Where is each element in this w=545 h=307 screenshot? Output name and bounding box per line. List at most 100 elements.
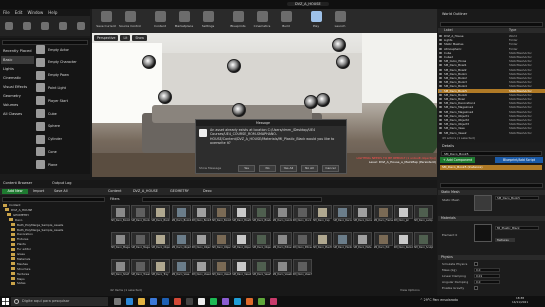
- visibility-eye-icon[interactable]: [439, 64, 442, 67]
- physics-value-field[interactable]: 0.0: [474, 280, 500, 284]
- toolbar-button-4[interactable]: Settings: [196, 9, 220, 33]
- place-item[interactable]: Cube: [36, 107, 90, 120]
- reflection-capture-icon[interactable]: [232, 103, 246, 117]
- asset-tile[interactable]: SM_Deco_Pillow1: [272, 232, 292, 253]
- physics-checkbox[interactable]: [474, 286, 478, 290]
- breadcrumb-content[interactable]: Content: [108, 189, 122, 194]
- asset-tile[interactable]: SM_Deco_Object6: [252, 232, 272, 253]
- task-view-icon[interactable]: [114, 298, 121, 305]
- place-item[interactable]: Sphere: [36, 120, 90, 133]
- folder-item[interactable]: Deco: [9, 218, 22, 222]
- menu-window[interactable]: Window: [27, 10, 43, 15]
- yes-button[interactable]: Yes: [238, 165, 255, 172]
- store-icon[interactable]: [150, 298, 157, 305]
- asset-tile[interactable]: SM_Deco_Shelf: [111, 259, 130, 280]
- toolbar-button-2[interactable]: Content: [148, 9, 172, 33]
- reflection-capture-icon[interactable]: [158, 90, 172, 104]
- asset-tile[interactable]: SM_Deco_Remote: [393, 232, 413, 253]
- foliage-mode-button[interactable]: [54, 16, 72, 36]
- actor-name-field[interactable]: SM_Deco_Book5: [441, 151, 542, 156]
- visibility-eye-icon[interactable]: [439, 60, 442, 63]
- visibility-eye-icon[interactable]: [439, 77, 442, 79]
- folder-item[interactable]: Meshes: [11, 262, 28, 266]
- visibility-eye-icon[interactable]: [439, 81, 442, 84]
- paint-mode-button[interactable]: [18, 16, 36, 36]
- content-browser-tab[interactable]: Content Browser: [3, 181, 32, 185]
- asset-tile[interactable]: SM_Deco_Pillow2: [292, 232, 312, 253]
- visibility-eye-icon[interactable]: [439, 35, 442, 37]
- asset-tile[interactable]: SM_Deco_Bowl2: [252, 205, 272, 226]
- asset-tile[interactable]: SM_Deco_Object1: [151, 232, 171, 253]
- toolbar-button-5[interactable]: Blueprints: [226, 9, 250, 33]
- asset-tile[interactable]: SM_Deco_Plant1: [313, 232, 332, 253]
- visibility-eye-icon[interactable]: [439, 123, 442, 126]
- visibility-eye-icon[interactable]: [439, 56, 442, 58]
- add-new-button[interactable]: Add New: [2, 189, 28, 194]
- physics-value-field[interactable]: 0.0: [474, 268, 500, 272]
- asset-tile[interactable]: SM_Deco_Vase4: [232, 259, 252, 280]
- details-search-input[interactable]: [440, 183, 543, 188]
- visibility-eye-icon[interactable]: [439, 47, 442, 50]
- asset-tile[interactable]: SM_Deco_Book1: [111, 205, 130, 226]
- file-explorer-icon[interactable]: [138, 298, 145, 305]
- visibility-eye-icon[interactable]: [439, 98, 442, 100]
- menu-edit[interactable]: Edit: [15, 10, 23, 15]
- asset-tile[interactable]: SM_Deco_Book6: [212, 205, 231, 226]
- taskbar-clock[interactable]: 18:38 14/11/2021: [512, 296, 528, 304]
- asset-tile[interactable]: SM_Deco_Book4: [171, 205, 191, 226]
- component-row[interactable]: SM_Deco_Book5 (Instance): [440, 165, 542, 170]
- place-category[interactable]: Lights: [1, 65, 34, 73]
- filters-button[interactable]: Filters: [110, 197, 138, 202]
- asset-tile[interactable]: SM_Deco_Vase7: [292, 259, 312, 280]
- asset-tile[interactable]: SM_Deco_Lamp: [414, 205, 433, 226]
- asset-tile[interactable]: SM_Deco_Plate: [353, 232, 373, 253]
- visibility-eye-icon[interactable]: [439, 110, 442, 113]
- toolbar-button-0[interactable]: Save Current: [94, 9, 118, 33]
- place-item[interactable]: Plane: [36, 158, 90, 171]
- place-item[interactable]: Empty Character: [36, 56, 90, 69]
- asset-tile[interactable]: SM_Deco_Vase: [171, 259, 191, 280]
- windows-start-icon[interactable]: [2, 298, 9, 305]
- asset-tile[interactable]: SM_Deco_Book2: [131, 205, 151, 226]
- reflection-capture-icon[interactable]: [227, 59, 241, 73]
- reflection-capture-icon[interactable]: [304, 95, 318, 109]
- app-icon[interactable]: [246, 298, 253, 305]
- save-all-button[interactable]: Save All: [54, 189, 68, 194]
- asset-tile[interactable]: SM_Deco_Bowl1: [232, 205, 252, 226]
- folder-item[interactable]: Structure: [11, 267, 30, 271]
- folder-item[interactable]: Materials: [11, 257, 30, 261]
- asset-tile[interactable]: SM_Deco_Decoration2: [353, 205, 373, 226]
- breadcrumb-deco[interactable]: Deco: [203, 189, 212, 194]
- app-icon[interactable]: [258, 298, 265, 305]
- toolbar-button-3[interactable]: Marketplace: [172, 9, 196, 33]
- folder-item[interactable]: Glass: [11, 252, 25, 256]
- place-mode-button[interactable]: [0, 16, 18, 36]
- folder-item[interactable]: DVZ_A_HOUSE: [5, 208, 32, 212]
- asset-tile[interactable]: SM_Deco_Clock: [292, 205, 312, 226]
- reflection-capture-icon[interactable]: [316, 93, 330, 107]
- place-item[interactable]: Empty Actor: [36, 43, 90, 56]
- visibility-eye-icon[interactable]: [439, 93, 442, 96]
- asset-search-input[interactable]: [142, 197, 322, 202]
- place-item[interactable]: Cylinder: [36, 133, 90, 146]
- folder-item[interactable]: Textures: [11, 272, 29, 276]
- chrome-icon[interactable]: [174, 298, 181, 305]
- reflection-capture-icon[interactable]: [332, 38, 346, 52]
- menu-help[interactable]: Help: [48, 10, 57, 15]
- asset-tile[interactable]: SM_Deco_Plant2: [333, 232, 353, 253]
- visibility-eye-icon[interactable]: [439, 106, 442, 109]
- asset-tile[interactable]: SM_Deco_Object4: [212, 232, 231, 253]
- asset-tile[interactable]: SM_Deco_Object3: [191, 232, 211, 253]
- folder-item[interactable]: Bath_PolyMerge_Sample_Assets: [11, 223, 63, 227]
- no-button[interactable]: No: [259, 165, 276, 172]
- app-icon[interactable]: [222, 298, 229, 305]
- spotify-icon[interactable]: [210, 298, 217, 305]
- outliner-col-type[interactable]: Type: [509, 28, 516, 33]
- folder-item[interactable]: Slides: [11, 281, 26, 285]
- static-mesh-value[interactable]: SM_Deco_Book5: [495, 196, 539, 200]
- asset-tile[interactable]: SM_Deco_Sculpture: [414, 232, 433, 253]
- place-category[interactable]: Cinematic: [1, 74, 34, 82]
- folder-item[interactable]: Plants: [11, 242, 26, 246]
- folder-item[interactable]: Content: [3, 203, 21, 207]
- visibility-eye-icon[interactable]: [439, 51, 442, 54]
